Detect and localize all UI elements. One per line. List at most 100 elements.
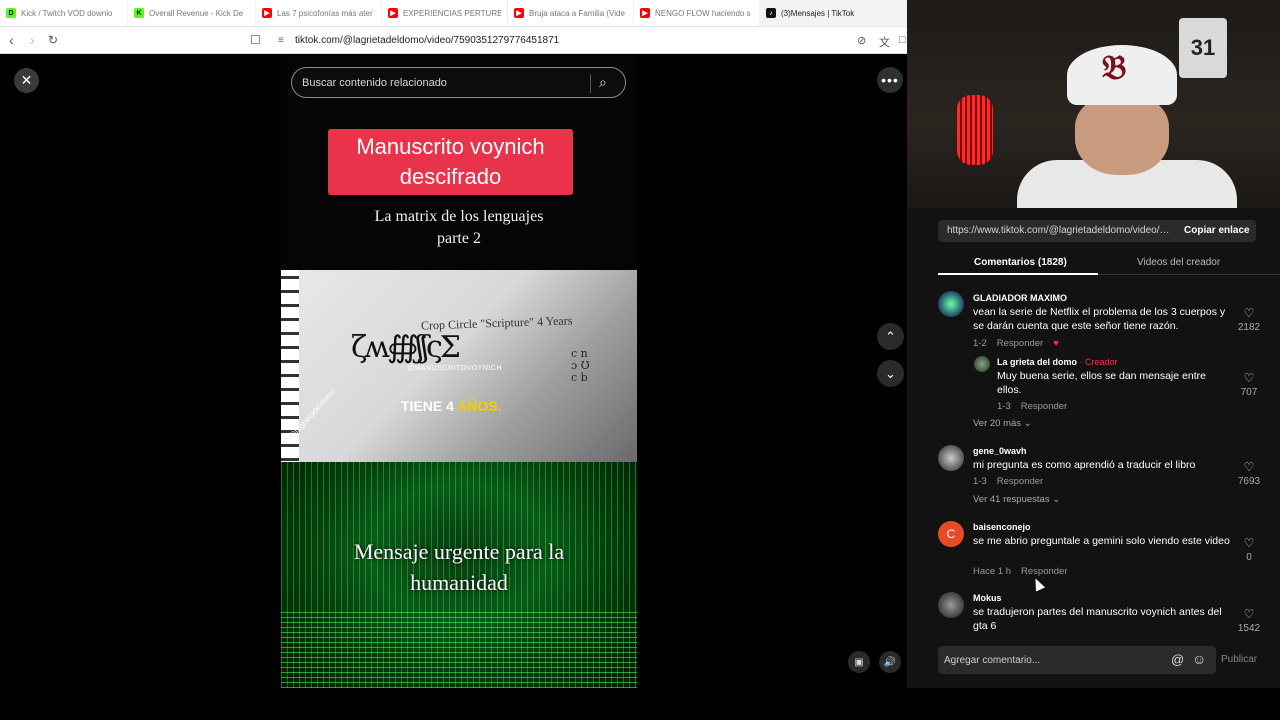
previous-video-button[interactable]: ⌃ <box>877 323 904 350</box>
heart-icon: ♡ <box>1243 607 1255 621</box>
comment-meta: Hace 1 h Responder <box>973 566 1078 577</box>
video-title-line: Manuscrito voynich <box>356 134 545 159</box>
comment-date: Hace 1 h <box>973 566 1012 577</box>
creator-liked-icon: ♥ <box>1053 338 1059 349</box>
urgent-line: Mensaje urgente para la <box>353 539 565 564</box>
urgent-line: humanidad <box>410 570 508 595</box>
comment-input-box: @ ☺ <box>938 646 1216 674</box>
search-divider <box>590 74 591 93</box>
video-watermark: @MANUSCRITOVOYNICH <box>407 365 502 372</box>
url-field[interactable]: tiktok.com/@lagrietadeldomo/video/759035… <box>295 35 559 46</box>
emoji-icon[interactable]: ☺ <box>1192 651 1206 667</box>
browser-tab[interactable]: K Overall Revenue - Kick De <box>128 0 256 26</box>
creator-name: La grieta del domo <box>997 357 1078 367</box>
caption-yellow: AÑOS. <box>457 398 502 414</box>
matrix-floor <box>281 612 637 688</box>
reply-button[interactable]: Responder <box>1021 566 1067 577</box>
tab-label: Kick / Twitch VOD downlo <box>21 8 113 18</box>
search-input[interactable] <box>302 75 582 91</box>
heart-icon: ♡ <box>1243 536 1255 550</box>
browser-tab[interactable]: ▶ ÑENGO FLOW haciendo s <box>634 0 760 26</box>
like-button[interactable]: ♡ 7693 <box>1229 460 1269 487</box>
tab-label: Las 7 psicofonías más ater <box>277 8 373 18</box>
mini-player-icon: ▣ <box>854 656 864 668</box>
framed-jersey: 31 <box>1179 18 1227 78</box>
heart-icon: ♡ <box>1243 371 1255 385</box>
reply-button[interactable]: Responder <box>997 476 1043 487</box>
tab-label: EXPERIENCIAS PERTURBA <box>403 8 501 18</box>
tab-creator-videos[interactable]: Videos del creador <box>1137 257 1220 268</box>
comment-username[interactable]: baisenconejo <box>973 522 1031 532</box>
reload-icon[interactable]: ↻ <box>48 33 58 47</box>
reply-button[interactable]: Responder <box>997 338 1043 349</box>
bookmark-icon[interactable]: ☐ <box>250 33 261 47</box>
voynich-glyphs: ζʍ∰ʃʃςƩ <box>351 330 461 365</box>
like-button[interactable]: ♡ 707 <box>1229 371 1269 398</box>
eye-off-icon[interactable]: ⊘ <box>857 34 866 47</box>
view-more-replies[interactable]: Ver 41 respuestas ⌄ <box>973 494 1060 505</box>
bottom-bar <box>0 688 1280 720</box>
browser-tab[interactable]: ▶ Las 7 psicofonías más ater <box>256 0 382 26</box>
mention-icon[interactable]: @ <box>1171 652 1184 667</box>
comment-text: se me abrio preguntale a gemini solo vie… <box>973 535 1230 547</box>
comment-meta: 1-2 Responder ♥ <box>973 338 1069 349</box>
kick-icon: K <box>134 8 144 18</box>
avatar[interactable] <box>938 592 964 618</box>
avatar[interactable] <box>938 445 964 471</box>
avatar[interactable]: C <box>938 521 964 547</box>
urgent-message: Mensaje urgente para la humanidad <box>281 536 637 598</box>
reply-button[interactable]: Responder <box>1021 401 1067 412</box>
view-more-label: Ver 41 respuestas <box>973 494 1050 505</box>
search-icon[interactable]: ⌕ <box>599 74 607 91</box>
browser-tab[interactable]: ▶ Bruja ataca a Familia (Vide <box>508 0 634 26</box>
avatar[interactable] <box>938 291 964 317</box>
forward-icon[interactable]: › <box>30 33 35 47</box>
like-count: 2182 <box>1237 322 1261 333</box>
tab-comments[interactable]: Comentarios (1828) <box>974 257 1067 268</box>
comments-list: GLADIADOR MAXIMO vean la serie de Netfli… <box>907 288 1280 631</box>
kick-icon: D <box>6 8 16 18</box>
back-icon[interactable]: ‹ <box>9 33 14 47</box>
like-button[interactable]: ♡ 0 <box>1229 536 1269 563</box>
like-button[interactable]: ♡ 2182 <box>1229 306 1269 333</box>
comment-text: vean la serie de Netflix el problema de … <box>973 306 1226 332</box>
chevron-down-icon: ⌄ <box>885 365 896 381</box>
comment-date: 1-3 <box>997 401 1011 412</box>
like-count: 0 <box>1246 552 1252 563</box>
like-button[interactable]: ♡ 1542 <box>1229 607 1269 631</box>
view-more-replies[interactable]: Ver 20 más ⌄ <box>973 418 1032 429</box>
next-video-button[interactable]: ⌄ <box>877 360 904 387</box>
extensions-icon[interactable]: □ <box>899 34 906 46</box>
webcam-overlay: 31 𝔅 <box>907 0 1280 208</box>
youtube-icon: ▶ <box>388 8 398 18</box>
share-link-box: https://www.tiktok.com/@lagrietadeldomo/… <box>938 220 1256 242</box>
mini-player-button[interactable]: ▣ <box>848 651 870 673</box>
comment-input[interactable] <box>944 653 1164 667</box>
video-player[interactable]: ⌕ Manuscrito voynich descifrado La matri… <box>281 54 637 688</box>
publish-button[interactable]: Publicar <box>1221 654 1257 665</box>
browser-tab-active[interactable]: ♪ (3)Mensajes | TikTok <box>760 0 907 26</box>
volume-icon: 🔊 <box>883 656 897 668</box>
active-tab-indicator <box>938 273 1098 275</box>
comment-date: 1-2 <box>973 338 987 349</box>
avatar[interactable] <box>974 356 990 372</box>
comment-username[interactable]: Mokus <box>973 593 1002 603</box>
comment-username[interactable]: La grieta del domo · Creador <box>997 357 1118 367</box>
comment-meta: 1-3 Responder <box>973 476 1053 487</box>
site-settings-icon[interactable]: ≡ <box>278 35 284 46</box>
close-button[interactable]: ✕ <box>14 68 39 93</box>
youtube-icon: ▶ <box>262 8 272 18</box>
browser-tab[interactable]: D Kick / Twitch VOD downlo <box>0 0 128 26</box>
caption-white: TIENE 4 <box>401 398 454 414</box>
copy-link-button[interactable]: Copiar enlace <box>1184 225 1250 236</box>
share-link[interactable]: https://www.tiktok.com/@lagrietadeldomo/… <box>947 225 1172 236</box>
comment-username[interactable]: gene_0wavh <box>973 446 1027 456</box>
volume-button[interactable]: 🔊 <box>879 651 901 673</box>
translate-icon[interactable]: 文 <box>879 34 890 50</box>
browser-tab[interactable]: ▶ EXPERIENCIAS PERTURBA <box>382 0 508 26</box>
comment-text: Muy buena serie, ellos se dan mensaje en… <box>997 370 1206 396</box>
more-options-button[interactable]: ••• <box>877 67 903 93</box>
comment-username[interactable]: GLADIADOR MAXIMO <box>973 293 1067 303</box>
streamer-face <box>1075 95 1169 175</box>
search-box: ⌕ <box>291 67 626 98</box>
